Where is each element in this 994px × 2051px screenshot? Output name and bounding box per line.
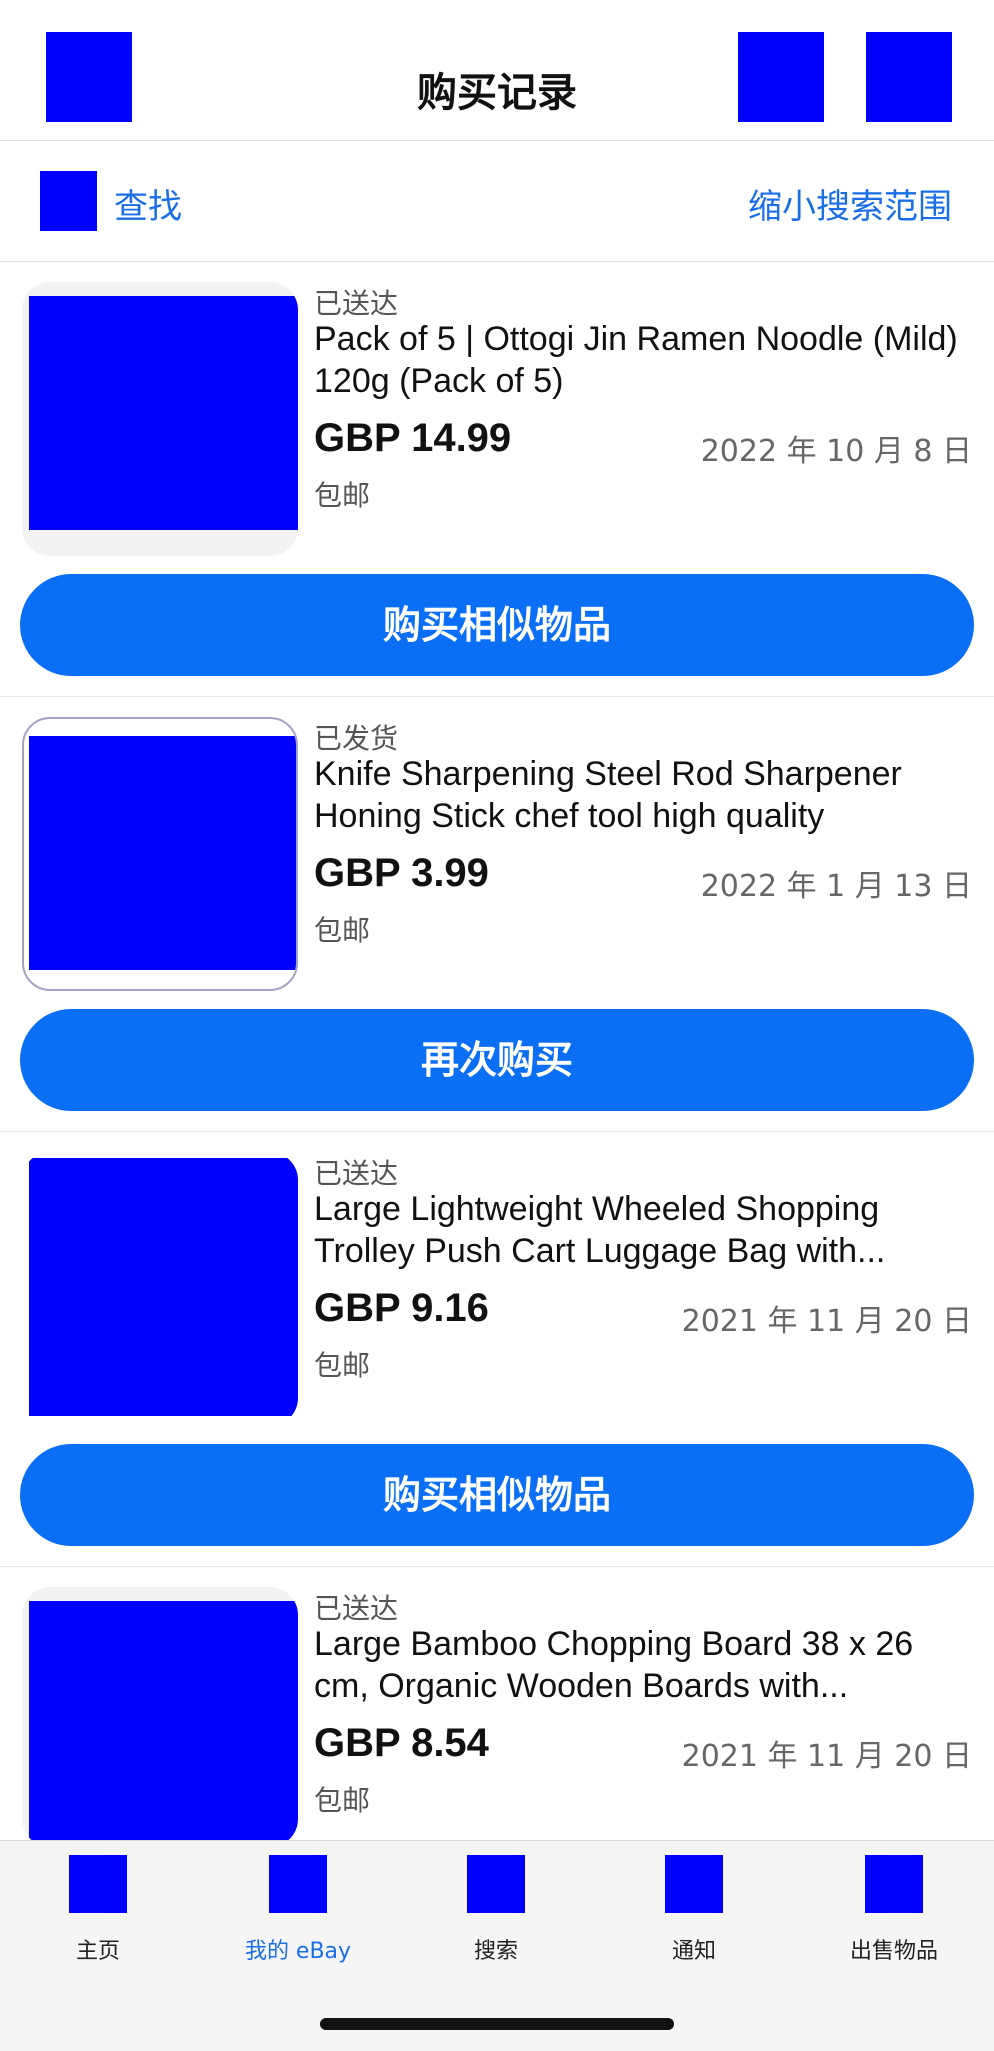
- product-thumbnail-frame[interactable]: [22, 1587, 298, 1847]
- product-price: GBP 9.16: [314, 1286, 489, 1330]
- order-date: 2021 年 11 月 20 日: [681, 1739, 972, 1774]
- tab-label: 出售物品: [849, 1939, 938, 1964]
- search-icon: [467, 1855, 525, 1913]
- product-image[interactable]: [29, 1601, 298, 1847]
- shipping-info: 包邮: [314, 914, 371, 947]
- order-status: 已送达: [314, 287, 399, 320]
- order-status: 已发货: [314, 722, 399, 755]
- refine-search-link[interactable]: 缩小搜索范围: [748, 179, 952, 228]
- tab-label: 通知: [671, 1939, 716, 1964]
- order-date: 2022 年 1 月 13 日: [700, 869, 972, 904]
- product-image[interactable]: [29, 736, 296, 970]
- app-header: 购买记录: [0, 0, 994, 141]
- product-thumbnail-frame[interactable]: [22, 282, 298, 556]
- tag-icon: [865, 1855, 923, 1913]
- home-icon: [69, 1855, 127, 1913]
- profile-icon: [269, 1855, 327, 1913]
- tab-home[interactable]: 主页: [18, 1855, 178, 1965]
- buy-again-button[interactable]: 再次购买: [20, 1009, 974, 1111]
- buy-similar-button[interactable]: 购买相似物品: [20, 1444, 974, 1546]
- product-title[interactable]: Pack of 5 | Ottogi Jin Ramen Noodle (Mil…: [314, 318, 974, 402]
- product-title[interactable]: Large Bamboo Chopping Board 38 x 26 cm, …: [314, 1623, 974, 1707]
- page-title: 购买记录: [417, 70, 577, 116]
- product-title[interactable]: Knife Sharpening Steel Rod Sharpener Hon…: [314, 753, 974, 837]
- search-icon[interactable]: [40, 171, 97, 231]
- order-item[interactable]: 已送达 Large Lightweight Wheeled Shopping T…: [0, 1132, 994, 1567]
- order-item[interactable]: 已发货 Knife Sharpening Steel Rod Sharpener…: [0, 697, 994, 1132]
- shipping-info: 包邮: [314, 1349, 371, 1382]
- order-date: 2021 年 11 月 20 日: [681, 1304, 972, 1339]
- header-search-icon[interactable]: [738, 32, 824, 122]
- order-item[interactable]: 已送达 Pack of 5 | Ottogi Jin Ramen Noodle …: [0, 262, 994, 697]
- product-price: GBP 8.54: [314, 1721, 489, 1765]
- product-price: GBP 3.99: [314, 851, 489, 895]
- tab-selling[interactable]: 出售物品: [814, 1855, 974, 1965]
- order-status: 已送达: [314, 1592, 399, 1625]
- search-bar: 查找 缩小搜索范围: [0, 141, 994, 262]
- tab-label: 搜索: [473, 1939, 518, 1964]
- find-link[interactable]: 查找: [114, 179, 182, 228]
- buy-similar-button[interactable]: 购买相似物品: [20, 574, 974, 676]
- product-thumbnail-frame[interactable]: [22, 1152, 298, 1426]
- shipping-info: 包邮: [314, 479, 371, 512]
- tab-notifications[interactable]: 通知: [614, 1855, 774, 1965]
- product-thumbnail-frame[interactable]: [22, 717, 298, 991]
- tab-my-ebay[interactable]: 我的 eBay: [218, 1855, 378, 1965]
- order-status: 已送达: [314, 1157, 399, 1190]
- tab-label: 主页: [75, 1939, 120, 1964]
- bell-icon: [665, 1855, 723, 1913]
- home-indicator: [320, 2018, 674, 2030]
- tab-label: 我的 eBay: [244, 1939, 352, 1964]
- tab-search[interactable]: 搜索: [416, 1855, 576, 1965]
- order-date: 2022 年 10 月 8 日: [700, 434, 972, 469]
- product-image[interactable]: [29, 1158, 298, 1416]
- order-item[interactable]: 已送达 Large Bamboo Chopping Board 38 x 26 …: [0, 1567, 994, 1847]
- product-title[interactable]: Large Lightweight Wheeled Shopping Troll…: [314, 1188, 974, 1272]
- shipping-info: 包邮: [314, 1784, 371, 1817]
- product-image[interactable]: [29, 296, 298, 530]
- cart-icon[interactable]: [866, 32, 952, 122]
- product-price: GBP 14.99: [314, 416, 512, 460]
